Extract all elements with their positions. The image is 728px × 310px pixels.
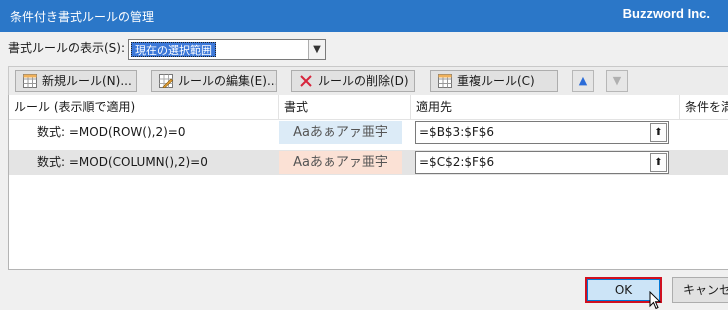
edit-rule-icon [159,74,173,88]
arrow-down-icon: ▼ [612,74,622,87]
rule-formula: 数式: =MOD(COLUMN(),2)=0 [37,155,208,169]
collapse-dialog-icon[interactable]: ⬆ [650,153,667,172]
applies-to-value: =$B$3:$F$6 [419,125,495,139]
duplicate-rule-label: 重複ルール(C) [457,74,535,88]
rules-list: ルール (表示順で適用) 書式 適用先 条件を満 数式: =MOD(ROW(),… [8,95,728,270]
column-header-stop-if-true[interactable]: 条件を満 [680,95,728,120]
collapse-dialog-icon[interactable]: ⬆ [650,123,667,142]
cancel-button[interactable]: キャンセル [672,277,728,303]
brand-watermark: Buzzword Inc. [622,6,710,21]
show-rules-dropdown[interactable]: 現在の選択範囲 ▼ [128,39,326,60]
arrow-up-icon: ▲ [578,74,588,87]
rule-row-selected[interactable]: 数式: =MOD(COLUMN(),2)=0 Aaあぁアァ亜宇 =$C$2:$F… [9,150,728,175]
new-rule-label: 新規ルール(N)... [42,74,132,88]
title-bar: 条件付き書式ルールの管理 Buzzword Inc. [0,0,728,32]
edit-rule-label: ルールの編集(E)... [178,74,277,88]
delete-rule-button[interactable]: ルールの削除(D) [291,70,415,92]
applies-to-field[interactable]: =$B$3:$F$6 ⬆ [415,121,669,144]
show-rules-label: 書式ルールの表示(S): [8,41,126,55]
mouse-cursor-icon [649,291,661,310]
move-up-button[interactable]: ▲ [572,70,594,92]
column-header-format[interactable]: 書式 [279,95,411,120]
duplicate-rule-icon [438,74,452,88]
move-down-button[interactable]: ▼ [606,70,628,92]
rule-toolbar: 新規ルール(N)... ルールの編集(E)... ルールの削除(D) 重複ルール… [8,66,728,96]
window-title: 条件付き書式ルールの管理 [10,10,155,24]
column-header-rule[interactable]: ルール (表示順で適用) [9,95,279,120]
rule-formula: 数式: =MOD(ROW(),2)=0 [37,125,186,139]
format-preview: Aaあぁアァ亜宇 [279,151,402,174]
applies-to-value: =$C$2:$F$6 [419,155,495,169]
column-header-applies-to[interactable]: 適用先 [411,95,680,120]
delete-x-icon [300,75,312,87]
show-rules-value: 現在の選択範囲 [131,42,216,57]
format-preview: Aaあぁアァ亜宇 [279,121,402,144]
applies-to-field[interactable]: =$C$2:$F$6 ⬆ [415,151,669,174]
new-rule-button[interactable]: 新規ルール(N)... [15,70,137,92]
edit-rule-button[interactable]: ルールの編集(E)... [151,70,277,92]
delete-rule-label: ルールの削除(D) [318,74,409,88]
chevron-down-icon[interactable]: ▼ [308,40,325,59]
new-rule-icon [23,74,37,88]
rule-row[interactable]: 数式: =MOD(ROW(),2)=0 Aaあぁアァ亜宇 =$B$3:$F$6 … [9,120,728,145]
duplicate-rule-button[interactable]: 重複ルール(C) [430,70,558,92]
